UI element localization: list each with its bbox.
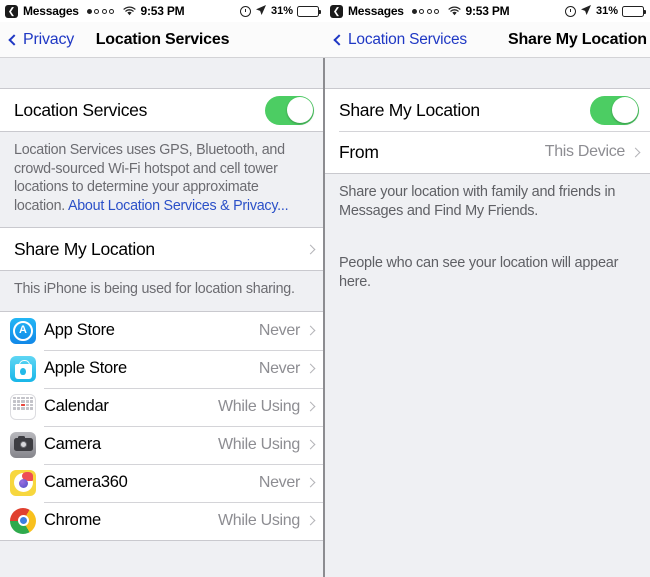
calendar-icon: [10, 393, 36, 420]
app-name: Camera360: [44, 473, 128, 491]
table-row[interactable]: Apple Store Never: [0, 349, 325, 388]
chrome-icon: [10, 507, 36, 534]
share-my-location-footer-note: This iPhone is being used for location s…: [14, 281, 295, 297]
chevron-left-icon: [8, 33, 20, 46]
chevron-right-icon: [630, 147, 641, 157]
row-label-share-my-location: Share My Location: [339, 99, 480, 120]
app-name: Calendar: [44, 397, 109, 415]
battery-percent-label: 31%: [270, 5, 293, 17]
apple-store-icon: [10, 355, 36, 382]
share-my-location-group: Share My Location: [0, 227, 325, 271]
alarm-clock-icon: [239, 5, 251, 17]
back-button-location-services[interactable]: Location Services: [333, 31, 467, 49]
table-row[interactable]: A App Store Never: [0, 311, 325, 350]
app-permission-value: Never: [258, 321, 300, 339]
chevron-right-icon: [305, 401, 316, 412]
table-row[interactable]: Camera While Using: [0, 425, 325, 464]
app-store-icon: A: [10, 317, 36, 344]
location-arrow-icon: [580, 4, 592, 19]
row-share-my-location-toggle[interactable]: Share My Location: [325, 89, 650, 131]
location-services-toggle[interactable]: [265, 95, 314, 125]
signal-dots-icon: [86, 8, 115, 14]
chevron-right-icon: [305, 244, 316, 254]
back-button-label: Privacy: [23, 30, 75, 48]
section-gap-top-right: [325, 58, 650, 88]
back-arrow-badge-icon[interactable]: ❮: [330, 4, 343, 18]
from-value: This Device: [544, 143, 626, 160]
app-permissions-list: A App Store Never Apple Store Never Cale…: [0, 310, 325, 541]
alarm-clock-icon: [564, 5, 576, 17]
screen-divider: [323, 58, 325, 577]
wifi-icon: [123, 6, 136, 16]
battery-icon: [622, 5, 647, 17]
location-services-switch-group: Location Services: [0, 88, 325, 132]
app-name: Chrome: [44, 511, 101, 529]
share-location-settings-group: Share My Location From This Device: [325, 88, 650, 174]
row-share-my-location[interactable]: Share My Location: [0, 228, 325, 270]
right-screen-share-my-location: ❮ Messages 9:53 PM 31% Location Services…: [325, 0, 650, 577]
status-bar-left: ❮ Messages 9:53 PM 31%: [0, 0, 325, 22]
app-permission-value: While Using: [217, 435, 300, 453]
dual-screenshot-container: ❮ Messages 9:53 PM 31% Privacy Location …: [0, 0, 650, 577]
row-from[interactable]: From This Device: [325, 131, 650, 173]
chevron-right-icon: [305, 477, 316, 488]
row-label-from: From: [339, 141, 379, 162]
camera360-icon: [10, 469, 36, 496]
status-bar-left-group: ❮ Messages: [5, 4, 136, 18]
chevron-right-icon: [305, 439, 316, 450]
back-button-label: Location Services: [348, 30, 467, 48]
status-bar-right: ❮ Messages 9:53 PM 31%: [325, 0, 650, 22]
chevron-left-icon: [333, 33, 345, 46]
status-bar-left-group: ❮ Messages: [330, 4, 461, 18]
battery-icon: [297, 5, 322, 17]
section-gap-top-left: [0, 58, 325, 88]
from-footer-note: Share your location with family and frie…: [339, 184, 616, 219]
location-services-footer-note: Location Services uses GPS, Bluetooth, a…: [0, 132, 325, 227]
battery-percent-label: 31%: [595, 5, 618, 17]
chevron-right-icon: [305, 515, 316, 526]
location-arrow-icon: [255, 4, 267, 19]
row-location-services-toggle[interactable]: Location Services: [0, 89, 325, 131]
app-permission-value: While Using: [217, 397, 300, 415]
status-bar-right-group: 31%: [239, 4, 322, 19]
status-carrier-label: Messages: [23, 4, 79, 18]
table-row[interactable]: Calendar While Using: [0, 387, 325, 426]
status-carrier-label: Messages: [348, 4, 404, 18]
app-permission-value: Never: [258, 359, 300, 377]
status-bar-right-group: 31%: [564, 4, 647, 19]
left-content: Location Services Location Services uses…: [0, 58, 325, 577]
table-row[interactable]: Camera360 Never: [0, 463, 325, 502]
back-arrow-badge-icon[interactable]: ❮: [5, 4, 18, 18]
page-title-right: Share My Location: [508, 30, 647, 48]
table-row[interactable]: Chrome While Using: [0, 501, 325, 540]
nav-bar-right: Location Services Share My Location: [325, 22, 650, 58]
back-button-privacy[interactable]: Privacy: [8, 31, 74, 49]
app-name: Camera: [44, 435, 101, 453]
app-name: Apple Store: [44, 359, 127, 377]
left-screen-location-services: ❮ Messages 9:53 PM 31% Privacy Location …: [0, 0, 325, 577]
app-permission-value: Never: [258, 473, 300, 491]
row-label-share-my-location: Share My Location: [14, 238, 155, 259]
about-location-services-privacy-link[interactable]: About Location Services & Privacy...: [68, 198, 289, 214]
section-gap-middle-right: [325, 233, 650, 245]
row-label-location-services: Location Services: [14, 99, 148, 120]
share-my-location-toggle[interactable]: [590, 95, 639, 125]
nav-bar-left: Privacy Location Services: [0, 22, 325, 58]
right-content: Share My Location From This Device Share…: [325, 58, 650, 577]
app-name: App Store: [44, 321, 115, 339]
chevron-right-icon: [305, 363, 316, 374]
wifi-icon: [448, 6, 461, 16]
signal-dots-icon: [411, 8, 440, 14]
chevron-right-icon: [305, 325, 316, 336]
camera-icon: [10, 431, 36, 458]
app-permission-value: While Using: [217, 511, 300, 529]
people-footer-note: People who can see your location will ap…: [339, 255, 619, 290]
